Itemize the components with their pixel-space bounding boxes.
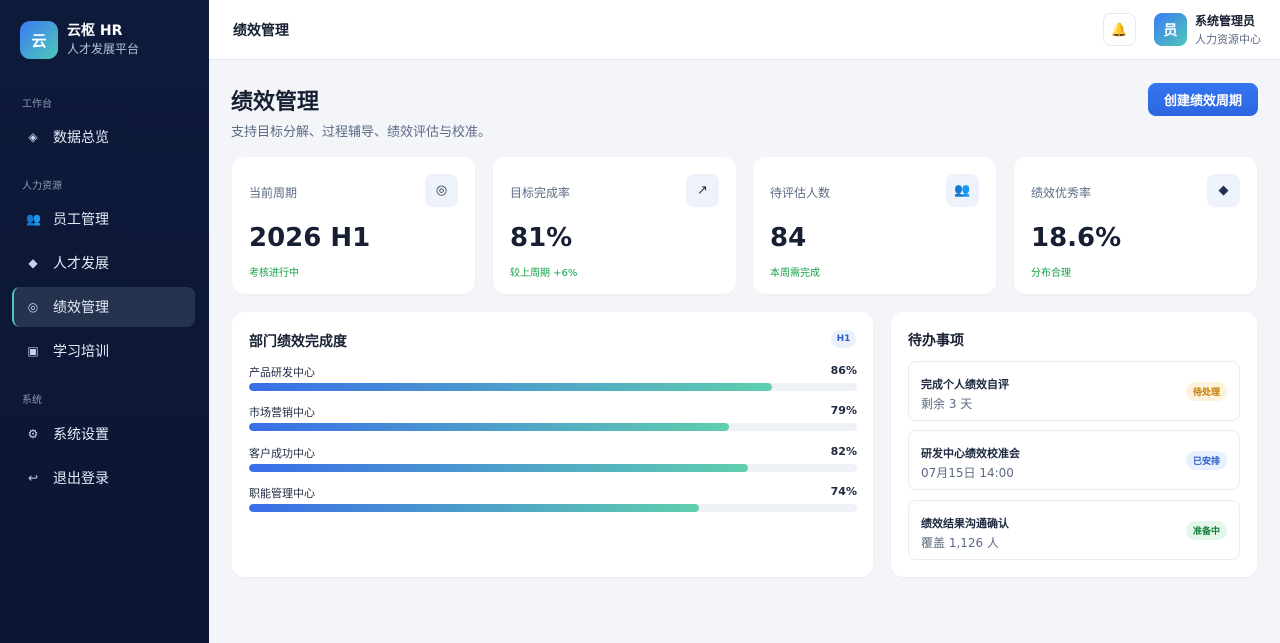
stat-value: 84	[770, 223, 807, 253]
square-icon: ▣	[27, 344, 39, 358]
progress-fill	[249, 423, 730, 431]
status-badge: 待处理	[1185, 382, 1227, 401]
sidebar: 云 云枢 HR 人才发展平台 工作台 ◈ 数据总览 人力资源 👥 员工管理 ◆ …	[0, 0, 209, 643]
diamond-outline-icon: ◈	[28, 130, 38, 144]
stat-value: 81%	[510, 223, 573, 253]
sidebar-item-training[interactable]: ▣ 学习培训	[12, 331, 195, 371]
user-name[interactable]: 系统管理员	[1195, 12, 1255, 29]
stat-card-current-cycle: 当前周期 ◎ 2026 H1 考核进行中	[232, 157, 475, 294]
page-title: 绩效管理	[231, 90, 320, 115]
sidebar-item-label: 员工管理	[53, 212, 109, 228]
dept-row: 市场营销中心 79%	[249, 404, 857, 436]
sidebar-item-label: 人才发展	[53, 256, 109, 272]
list-item[interactable]: 完成个人绩效自评 剩余 3 天 待处理	[908, 361, 1240, 421]
stat-card-pending-review: 待评估人数 👥 84 本周需完成	[753, 157, 996, 294]
users-icon: 👥	[26, 212, 41, 226]
diamond-icon: ◆	[28, 256, 38, 270]
sidebar-item-talent[interactable]: ◆ 人才发展	[12, 243, 195, 283]
stat-card-goal-completion: 目标完成率 ↗ 81% 较上周期 +6%	[493, 157, 736, 294]
nav-section-system: 系统	[22, 395, 42, 406]
stat-value: 18.6%	[1031, 223, 1122, 253]
todo-meta: 剩余 3 天	[921, 397, 973, 411]
todo-meta: 覆盖 1,126 人	[921, 536, 999, 550]
brand-subtitle: 人才发展平台	[67, 42, 140, 56]
stat-value: 2026 H1	[249, 223, 371, 253]
sidebar-item-settings[interactable]: ⚙ 系统设置	[12, 414, 195, 454]
sidebar-item-employees[interactable]: 👥 员工管理	[12, 199, 195, 239]
dept-name: 市场营销中心	[249, 406, 315, 419]
card-title: 部门绩效完成度	[249, 334, 347, 350]
stat-label: 目标完成率	[510, 186, 571, 200]
topbar-title: 绩效管理	[233, 23, 289, 39]
create-cycle-button[interactable]: 创建绩效周期	[1148, 83, 1258, 116]
logout-icon: ↩	[27, 471, 39, 485]
todo-name: 完成个人绩效自评	[921, 378, 1009, 391]
dept-name: 产品研发中心	[249, 366, 315, 379]
dept-percent: 74%	[830, 485, 857, 498]
sidebar-item-label: 退出登录	[53, 471, 109, 487]
avatar[interactable]: 员	[1154, 13, 1187, 46]
period-badge: H1	[831, 330, 856, 348]
stat-note: 较上周期 +6%	[510, 268, 578, 279]
user-role: 人力资源中心	[1195, 33, 1261, 46]
nav-section-hr: 人力资源	[22, 181, 62, 192]
sidebar-item-label: 绩效管理	[53, 300, 109, 316]
target-icon: ◎	[425, 174, 458, 207]
todo-name: 绩效结果沟通确认	[921, 517, 1009, 530]
users-icon: 👥	[946, 174, 979, 207]
target-icon: ◎	[27, 300, 39, 314]
brand-logo: 云	[20, 21, 58, 59]
stat-note: 考核进行中	[249, 268, 299, 279]
dept-name: 职能管理中心	[249, 487, 315, 500]
department-completion-card: 部门绩效完成度 H1 产品研发中心 86% 市场营销中心 79% 客户成功中心 …	[232, 312, 873, 577]
bell-icon: 🔔	[1111, 21, 1128, 37]
todo-meta: 07月15日 14:00	[921, 466, 1014, 480]
page-subtitle: 支持目标分解、过程辅导、绩效评估与校准。	[231, 125, 492, 140]
sidebar-item-label: 学习培训	[53, 344, 109, 360]
dept-row: 产品研发中心 86%	[249, 364, 857, 396]
progress-fill	[249, 504, 699, 512]
sidebar-item-label: 系统设置	[53, 427, 109, 443]
status-badge: 准备中	[1185, 521, 1227, 540]
brand[interactable]: 云 云枢 HR 人才发展平台	[20, 21, 139, 59]
stat-note: 分布合理	[1031, 268, 1071, 279]
list-item[interactable]: 绩效结果沟通确认 覆盖 1,126 人 准备中	[908, 500, 1240, 560]
progress-fill	[249, 383, 772, 391]
progress-track	[249, 504, 857, 512]
sidebar-item-logout[interactable]: ↩ 退出登录	[12, 458, 195, 498]
notifications-button[interactable]: 🔔	[1103, 13, 1136, 46]
progress-track	[249, 464, 857, 472]
dept-percent: 86%	[830, 364, 857, 377]
todo-card: 待办事项 完成个人绩效自评 剩余 3 天 待处理 研发中心绩效校准会 07月15…	[891, 312, 1257, 577]
progress-fill	[249, 464, 748, 472]
stat-label: 待评估人数	[770, 186, 831, 200]
dept-row: 职能管理中心 74%	[249, 485, 857, 517]
todo-name: 研发中心绩效校准会	[921, 447, 1020, 460]
stat-note: 本周需完成	[770, 268, 820, 279]
sidebar-item-performance[interactable]: ◎ 绩效管理	[12, 287, 195, 327]
gear-icon: ⚙	[27, 427, 39, 441]
stat-card-excellence-rate: 绩效优秀率 ◆ 18.6% 分布合理	[1014, 157, 1257, 294]
trend-up-icon: ↗	[686, 174, 719, 207]
card-title: 待办事项	[908, 333, 964, 349]
dept-name: 客户成功中心	[249, 447, 315, 460]
list-item[interactable]: 研发中心绩效校准会 07月15日 14:00 已安排	[908, 430, 1240, 490]
dept-percent: 82%	[830, 445, 857, 458]
nav-section-workspace: 工作台	[22, 99, 52, 110]
progress-track	[249, 383, 857, 391]
dept-row: 客户成功中心 82%	[249, 445, 857, 477]
sidebar-item-overview[interactable]: ◈ 数据总览	[12, 117, 195, 157]
progress-track	[249, 423, 857, 431]
brand-name: 云枢 HR	[67, 23, 123, 39]
sidebar-item-label: 数据总览	[53, 130, 109, 146]
status-badge: 已安排	[1185, 451, 1227, 470]
stat-label: 绩效优秀率	[1031, 186, 1092, 200]
stat-label: 当前周期	[249, 186, 298, 200]
dept-percent: 79%	[830, 404, 857, 417]
topbar: 绩效管理 🔔 员 系统管理员 人力资源中心	[209, 0, 1280, 60]
diamond-icon: ◆	[1207, 174, 1240, 207]
